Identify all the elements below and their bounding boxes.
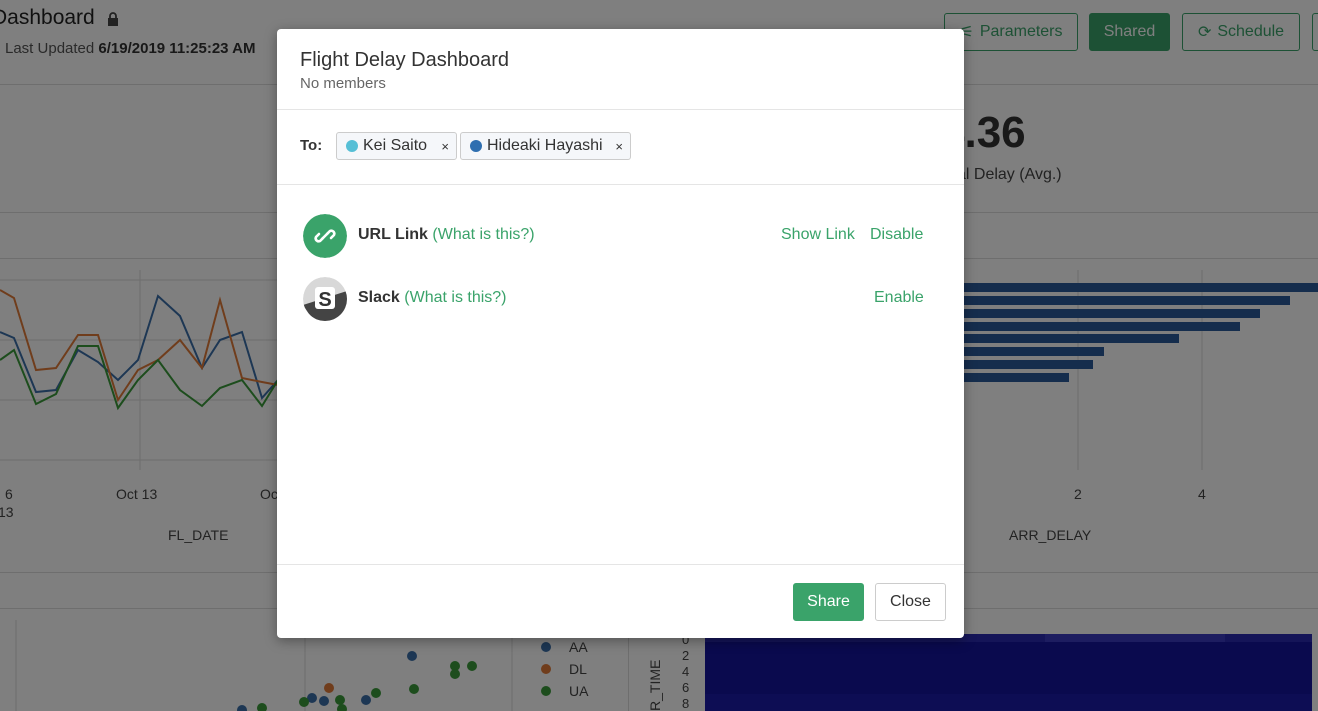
dialog-footer: Share Close: [277, 564, 964, 639]
close-button[interactable]: Close: [875, 583, 946, 621]
what-is-this-link[interactable]: (What is this?): [432, 226, 534, 243]
recipient-tag: Hideaki Hayashi ×: [460, 132, 631, 160]
enable-button[interactable]: Enable: [874, 289, 924, 307]
service-label: URL Link (What is this?): [358, 226, 535, 243]
dialog-header: Flight Delay Dashboard No members: [277, 29, 964, 110]
remove-recipient-button[interactable]: ×: [615, 139, 623, 154]
service-url-link: URL Link (What is this?) Show Link Disab…: [277, 214, 964, 264]
user-dot-icon: [470, 140, 482, 152]
recipient-tag: Kei Saito ×: [336, 132, 457, 160]
to-label: To:: [300, 137, 323, 154]
svg-text:S: S: [318, 289, 331, 311]
what-is-this-link[interactable]: (What is this?): [404, 289, 506, 306]
remove-recipient-button[interactable]: ×: [441, 139, 449, 154]
share-button[interactable]: Share: [793, 583, 864, 621]
disable-button[interactable]: Disable: [870, 226, 923, 244]
recipient-name: Hideaki Hayashi: [487, 137, 603, 154]
dialog-subtitle: No members: [300, 75, 386, 92]
link-icon: [303, 214, 347, 258]
slack-icon: S: [303, 277, 347, 321]
service-slack: S Slack (What is this?) Enable: [277, 277, 964, 327]
share-dialog: Flight Delay Dashboard No members To: Ke…: [277, 29, 964, 638]
dialog-title: Flight Delay Dashboard: [300, 49, 509, 71]
show-link-button[interactable]: Show Link: [781, 226, 855, 244]
service-label: Slack (What is this?): [358, 289, 507, 306]
user-dot-icon: [346, 140, 358, 152]
recipients-row: To: Kei Saito × Hideaki Hayashi ×: [277, 110, 964, 185]
recipient-name: Kei Saito: [363, 137, 428, 154]
